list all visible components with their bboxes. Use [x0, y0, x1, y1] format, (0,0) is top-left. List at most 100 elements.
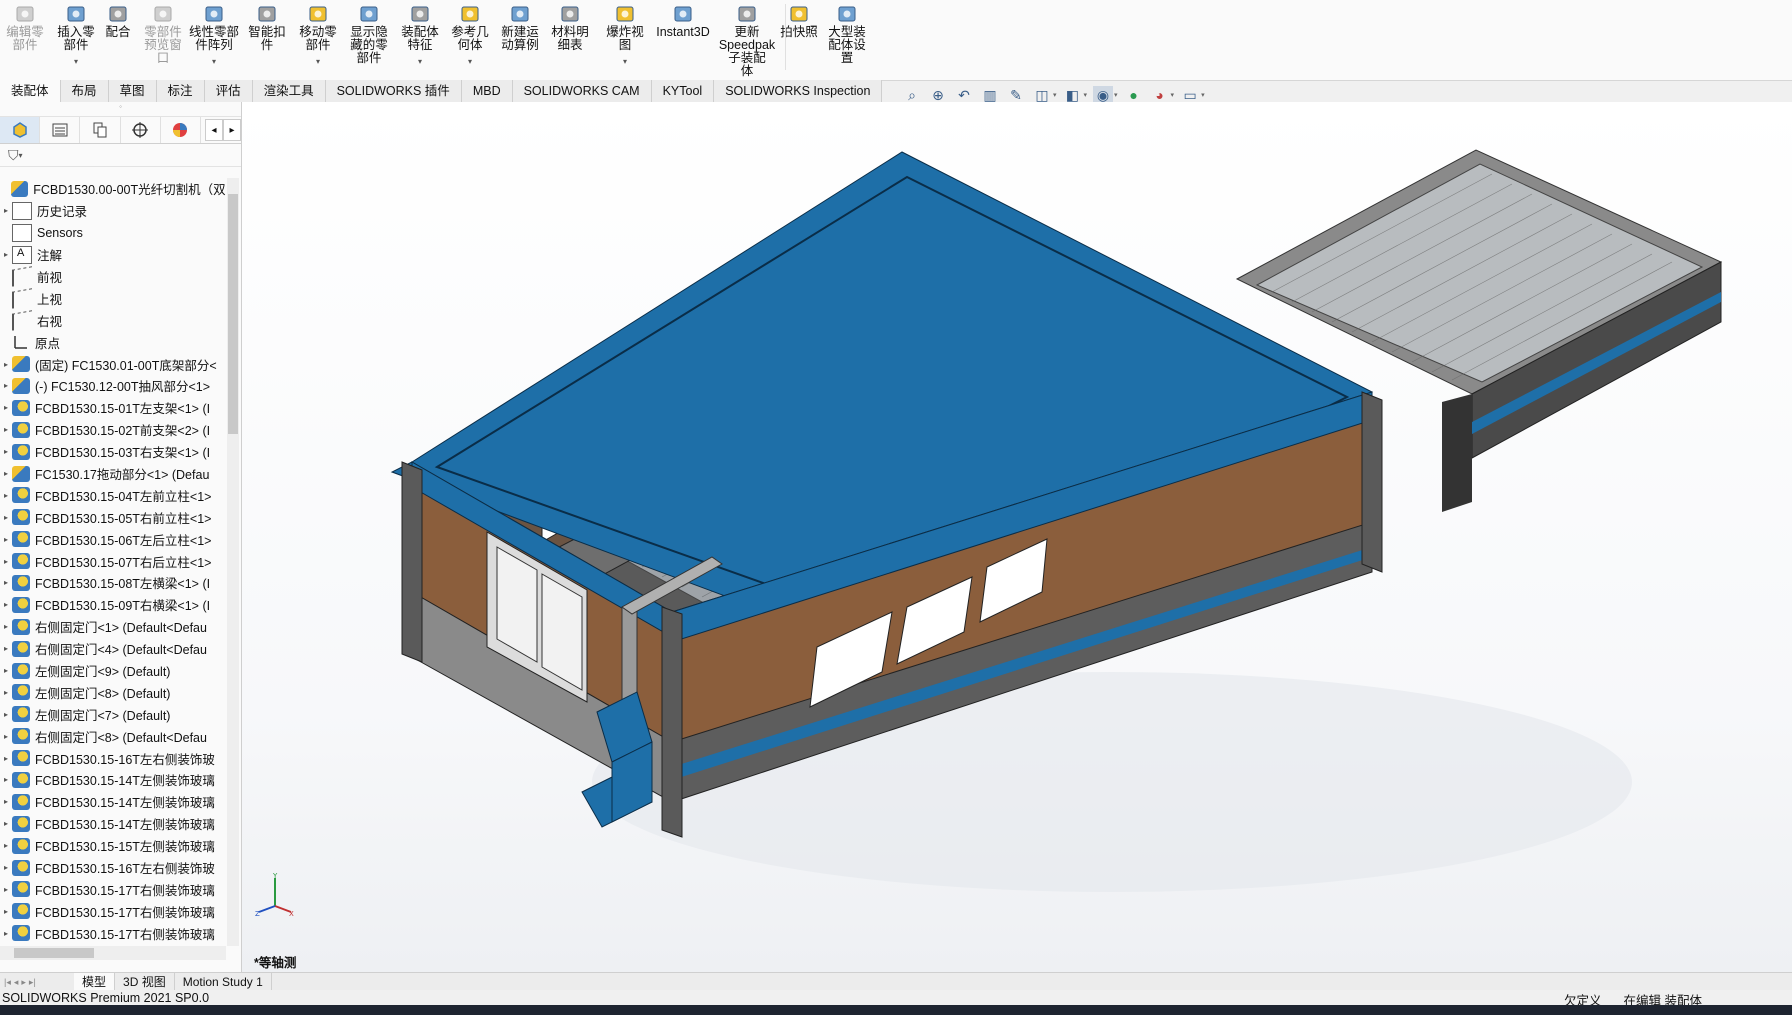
speedpak-button[interactable]: 更新 Speedpak 子装配 体: [719, 4, 775, 78]
expand-arrow-icon[interactable]: ▸: [0, 775, 12, 784]
expand-arrow-icon[interactable]: ▸: [0, 381, 12, 390]
tree-filter[interactable]: ⛉ ▾: [0, 144, 241, 167]
expand-arrow-icon[interactable]: ▸: [0, 578, 12, 587]
tree-horizontal-scrollbar[interactable]: [0, 946, 226, 960]
tree-node[interactable]: ▸ FCBD1530.15-05T右前立柱<1>: [0, 506, 226, 528]
expand-arrow-icon[interactable]: ▸: [0, 907, 12, 916]
last-tab-icon[interactable]: ▸|: [29, 977, 36, 988]
new-motion-study-button[interactable]: 新建运 动算例: [498, 4, 542, 52]
tree-node[interactable]: 上视: [0, 287, 226, 309]
tab-scroll-right-icon[interactable]: ▸: [223, 119, 242, 141]
tree-node[interactable]: ▸ FC1530.17拖动部分<1> (Defau: [0, 463, 226, 485]
edit-component-button[interactable]: 编辑零 部件: [3, 4, 47, 52]
dropdown-arrow-icon[interactable]: ▾: [74, 55, 78, 68]
tree-node[interactable]: ▸ 左侧固定门<7> (Default): [0, 703, 226, 725]
expand-arrow-icon[interactable]: ▸: [0, 644, 12, 653]
expand-arrow-icon[interactable]: ▸: [0, 447, 12, 456]
dropdown-arrow-icon[interactable]: ▾: [623, 55, 627, 68]
tree-node[interactable]: ▸ FCBD1530.15-02T前支架<2> (I: [0, 419, 226, 441]
dropdown-arrow-icon[interactable]: ▾: [316, 55, 320, 68]
expand-arrow-icon[interactable]: ▸: [0, 710, 12, 719]
expand-arrow-icon[interactable]: ▸: [0, 360, 12, 369]
tree-node[interactable]: ▸ 右侧固定门<8> (Default<Defau: [0, 725, 226, 747]
bottom-tab-2[interactable]: Motion Study 1: [175, 973, 272, 991]
tree-node[interactable]: 右视: [0, 309, 226, 331]
tree-node[interactable]: ▸ FCBD1530.15-06T左后立柱<1>: [0, 528, 226, 550]
expand-arrow-icon[interactable]: ▸: [0, 513, 12, 522]
displaymanager-tab-icon[interactable]: [161, 117, 202, 143]
bom-button[interactable]: 材料明 细表: [550, 4, 590, 52]
prev-tab-icon[interactable]: ◂: [14, 977, 19, 988]
expand-arrow-icon[interactable]: ▸: [0, 666, 12, 675]
tab-3[interactable]: 标注: [156, 80, 205, 102]
expand-arrow-icon[interactable]: ▸: [0, 250, 12, 259]
expand-arrow-icon[interactable]: ▸: [0, 863, 12, 872]
mate-button[interactable]: 配合: [104, 4, 132, 39]
tab-10[interactable]: SOLIDWORKS Inspection: [714, 80, 883, 102]
tree-node[interactable]: ▸ FCBD1530.15-04T左前立柱<1>: [0, 484, 226, 506]
expand-arrow-icon[interactable]: ▸: [0, 688, 12, 697]
featuremanager-tab-icon[interactable]: [0, 117, 41, 143]
tree-root[interactable]: FCBD1530.00-00T光纤切割机（双齿: [0, 178, 226, 200]
tree-node[interactable]: ▸ A 注解: [0, 244, 226, 266]
move-component-button[interactable]: 移动零 部件 ▾: [296, 4, 340, 68]
exploded-view-button[interactable]: 爆炸视 图 ▾: [603, 4, 647, 68]
tab-1[interactable]: 布局: [60, 80, 109, 102]
tree-node[interactable]: ▸ FCBD1530.15-07T右后立柱<1>: [0, 550, 226, 572]
propertymanager-tab-icon[interactable]: [40, 117, 81, 143]
tree-node[interactable]: 原点: [0, 331, 226, 353]
tree-node[interactable]: ▸ FCBD1530.15-17T右侧装饰玻璃: [0, 922, 226, 944]
expand-arrow-icon[interactable]: ▸: [0, 754, 12, 763]
smart-fasteners-button[interactable]: 智能扣 件: [246, 4, 288, 52]
configurationmanager-tab-icon[interactable]: [80, 117, 121, 143]
dropdown-arrow-icon[interactable]: ▾: [212, 55, 216, 68]
assembly-model[interactable]: [242, 102, 1792, 972]
tree-node[interactable]: ▸ FCBD1530.15-17T右侧装饰玻璃: [0, 879, 226, 901]
bottom-tab-1[interactable]: 3D 视图: [115, 973, 175, 991]
graphics-area[interactable]: [242, 102, 1792, 972]
tree-node[interactable]: ▸ FCBD1530.15-17T右侧装饰玻璃: [0, 900, 226, 922]
tab-2[interactable]: 草图: [108, 80, 157, 102]
expand-arrow-icon[interactable]: ▸: [0, 469, 12, 478]
tree-node[interactable]: ▸ FCBD1530.15-01T左支架<1> (I: [0, 397, 226, 419]
insert-component-button[interactable]: 插入零 部件 ▾: [54, 4, 98, 68]
tree-node[interactable]: ▸ 左侧固定门<9> (Default): [0, 660, 226, 682]
tree-node[interactable]: ▸ 左侧固定门<8> (Default): [0, 681, 226, 703]
expand-arrow-icon[interactable]: ▸: [0, 535, 12, 544]
large-assembly-button[interactable]: 大型装 配体设 置: [823, 4, 871, 65]
tab-4[interactable]: 评估: [204, 80, 253, 102]
tree-node[interactable]: 前视: [0, 266, 226, 288]
tree-node[interactable]: ▸ 右侧固定门<4> (Default<Defau: [0, 638, 226, 660]
tab-8[interactable]: SOLIDWORKS CAM: [512, 80, 652, 102]
expand-arrow-icon[interactable]: ▸: [0, 885, 12, 894]
tree-node[interactable]: ▸ FCBD1530.15-16T左右侧装饰玻: [0, 747, 226, 769]
tab-7[interactable]: MBD: [461, 80, 513, 102]
expand-arrow-icon[interactable]: ▸: [0, 425, 12, 434]
component-preview-button[interactable]: 零部件 预览窗 口: [138, 4, 188, 65]
reference-geometry-button[interactable]: 参考几 何体 ▾: [448, 4, 492, 68]
show-hidden-button[interactable]: 显示隐 藏的零 部件: [346, 4, 392, 65]
tree-node[interactable]: ▸ (固定) FC1530.01-00T底架部分<: [0, 353, 226, 375]
first-tab-icon[interactable]: |◂: [4, 977, 11, 988]
tree-node[interactable]: ▸ FCBD1530.15-16T左右侧装饰玻: [0, 857, 226, 879]
tree-node[interactable]: ▸ FCBD1530.15-14T左侧装饰玻璃: [0, 769, 226, 791]
tree-node[interactable]: ▸ (-) FC1530.12-00T抽风部分<1>: [0, 375, 226, 397]
expand-arrow-icon[interactable]: ▸: [0, 206, 12, 215]
panel-grip[interactable]: ◦: [0, 102, 241, 117]
tab-0[interactable]: 装配体: [0, 80, 61, 104]
next-tab-icon[interactable]: ▸: [21, 977, 26, 988]
expand-arrow-icon[interactable]: ▸: [0, 557, 12, 566]
tree-node[interactable]: ▸ 历史记录: [0, 200, 226, 222]
linear-pattern-button[interactable]: 线性零部 件阵列 ▾: [186, 4, 242, 68]
expand-arrow-icon[interactable]: ▸: [0, 403, 12, 412]
tab-scroll-left-icon[interactable]: ◂: [205, 119, 224, 141]
dimxpert-tab-icon[interactable]: [121, 117, 161, 143]
expand-arrow-icon[interactable]: ▸: [0, 819, 12, 828]
expand-arrow-icon[interactable]: ▸: [0, 841, 12, 850]
bottom-tab-0[interactable]: 模型: [74, 973, 116, 991]
tab-navigation[interactable]: |◂ ◂ ▸ ▸|: [0, 977, 74, 988]
dropdown-arrow-icon[interactable]: ▾: [468, 55, 472, 68]
tree-node[interactable]: ▸ 右侧固定门<1> (Default<Defau: [0, 616, 226, 638]
tree-vertical-scrollbar[interactable]: [227, 178, 239, 946]
expand-arrow-icon[interactable]: ▸: [0, 929, 12, 938]
